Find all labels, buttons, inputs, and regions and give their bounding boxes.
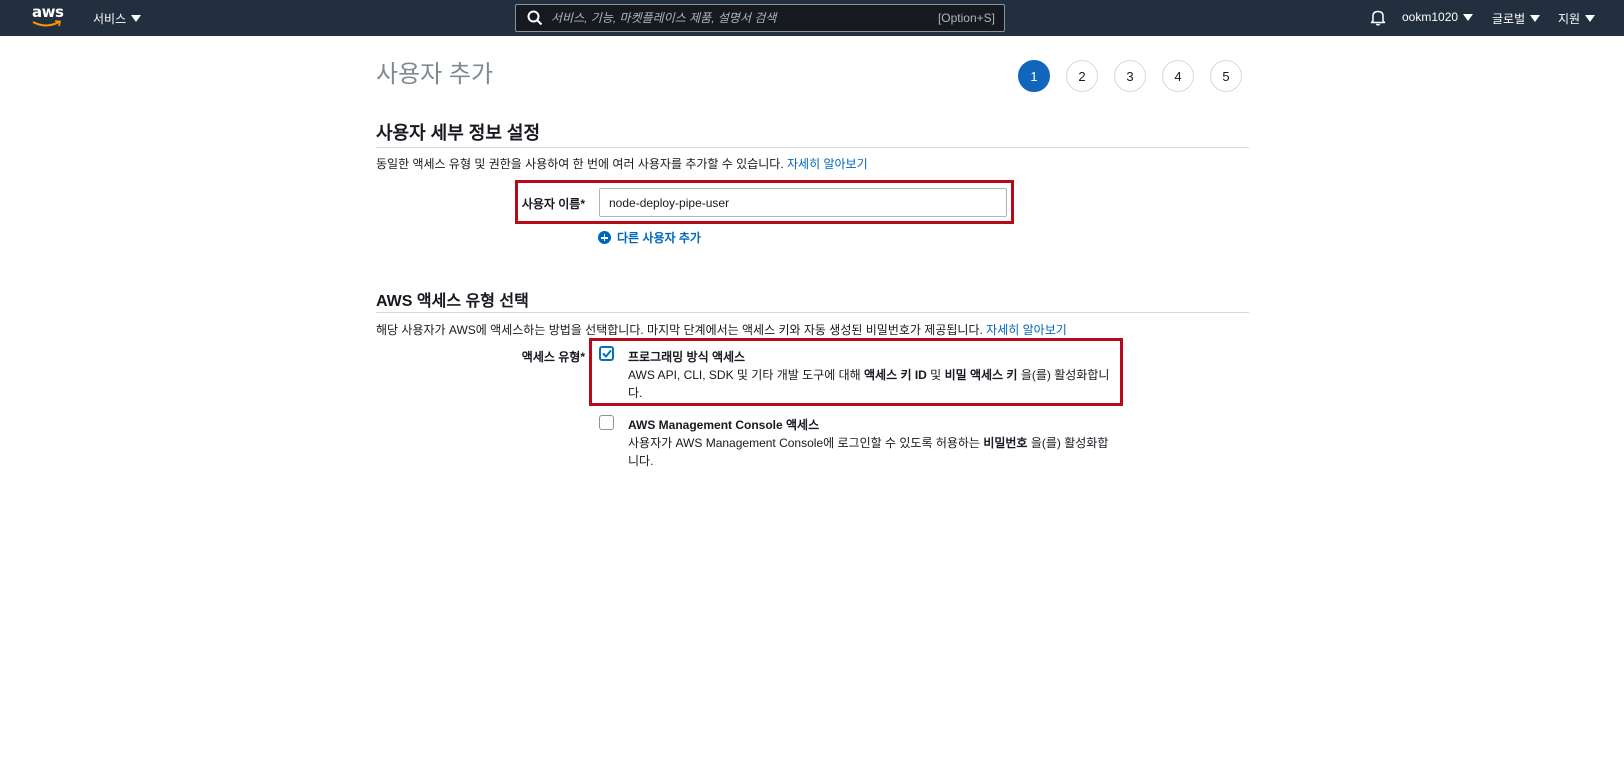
chevron-down-icon <box>1585 15 1596 22</box>
section-divider <box>376 312 1249 313</box>
account-menu[interactable]: ookm1020 <box>1402 10 1474 24</box>
user-details-description: 동일한 액세스 유형 및 권한을 사용하여 한 번에 여러 사용자를 추가할 수… <box>376 155 868 172</box>
top-navigation-bar: aws 서비스 [Option+S] ookm1020 글로벌 지원 <box>0 0 1624 36</box>
learn-more-link[interactable]: 자세히 알아보기 <box>986 323 1067 337</box>
smile-arrow-icon <box>32 20 61 27</box>
section-divider <box>376 147 1249 148</box>
checkmark-icon <box>602 350 612 358</box>
programmatic-access-checkbox[interactable] <box>599 346 614 361</box>
chevron-down-icon <box>1463 13 1474 21</box>
description-bold-text: 비밀번호 <box>983 436 1028 450</box>
step-3[interactable]: 3 <box>1114 60 1146 92</box>
services-label: 서비스 <box>93 12 127 26</box>
page-title: 사용자 추가 <box>376 61 494 88</box>
services-menu[interactable]: 서비스 <box>93 10 142 27</box>
search-bar[interactable]: [Option+S] <box>515 4 1005 32</box>
step-indicator: 1 2 3 4 5 <box>1018 60 1242 92</box>
search-input[interactable] <box>551 11 938 25</box>
user-details-description-text: 동일한 액세스 유형 및 권한을 사용하여 한 번에 여러 사용자를 추가할 수… <box>376 157 784 171</box>
aws-logo[interactable]: aws <box>32 5 64 31</box>
step-2[interactable]: 2 <box>1066 60 1098 92</box>
support-label: 지원 <box>1558 12 1581 26</box>
bell-icon[interactable] <box>1370 9 1386 26</box>
access-type-description: 해당 사용자가 AWS에 액세스하는 방법을 선택합니다. 마지막 단계에서는 … <box>376 321 1067 338</box>
search-icon <box>527 10 543 26</box>
region-menu[interactable]: 글로벌 <box>1492 10 1541 27</box>
step-5[interactable]: 5 <box>1210 60 1242 92</box>
user-details-section-title: 사용자 세부 정보 설정 <box>376 123 541 143</box>
chevron-down-icon <box>131 15 142 22</box>
console-access-title: AWS Management Console 액세스 <box>628 418 820 432</box>
description-text: 및 <box>926 368 945 382</box>
console-access-checkbox[interactable] <box>599 415 614 430</box>
chevron-down-icon <box>1530 15 1541 22</box>
console-access-description: 사용자가 AWS Management Console에 로그인할 수 있도록 … <box>628 434 1118 470</box>
add-another-user-label: 다른 사용자 추가 <box>617 231 701 245</box>
username-label: 사용자 이름* <box>521 197 585 211</box>
search-shortcut-hint: [Option+S] <box>937 11 995 25</box>
description-bold-text: 액세스 키 ID <box>864 368 927 382</box>
support-menu[interactable]: 지원 <box>1558 10 1596 27</box>
programmatic-access-title: 프로그래밍 방식 액세스 <box>628 350 746 364</box>
access-type-label: 액세스 유형* <box>521 350 585 364</box>
region-label: 글로벌 <box>1492 12 1526 26</box>
step-1[interactable]: 1 <box>1018 60 1050 92</box>
access-type-description-text: 해당 사용자가 AWS에 액세스하는 방법을 선택합니다. 마지막 단계에서는 … <box>376 323 983 337</box>
username-input[interactable] <box>599 188 1007 217</box>
programmatic-access-description: AWS API, CLI, SDK 및 기타 개발 도구에 대해 액세스 키 I… <box>628 366 1118 402</box>
access-type-section-title: AWS 액세스 유형 선택 <box>376 293 529 310</box>
plus-circle-icon <box>598 231 611 244</box>
add-another-user-button[interactable]: 다른 사용자 추가 <box>598 229 701 246</box>
description-bold-text: 비밀 액세스 키 <box>944 368 1018 382</box>
learn-more-link[interactable]: 자세히 알아보기 <box>787 157 868 171</box>
account-label: ookm1020 <box>1402 10 1459 24</box>
description-text: 사용자가 AWS Management Console에 로그인할 수 있도록 … <box>628 436 984 450</box>
aws-logo-text: aws <box>32 3 64 21</box>
step-4[interactable]: 4 <box>1162 60 1194 92</box>
description-text: AWS API, CLI, SDK 및 기타 개발 도구에 대해 <box>628 368 864 382</box>
